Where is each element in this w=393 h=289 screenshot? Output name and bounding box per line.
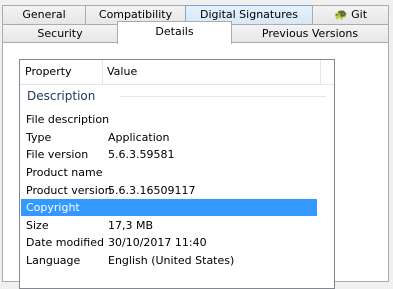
property-name: Product name [26, 166, 103, 179]
tab-general-label: General [22, 8, 66, 21]
list-item[interactable]: Product name [21, 164, 317, 181]
git-tortoise-icon: 🐢 [333, 8, 348, 21]
tab-general[interactable]: General [2, 5, 86, 24]
list-item[interactable]: File description [21, 111, 317, 128]
property-name: Type [26, 131, 52, 144]
group-header-description: Description [20, 85, 334, 107]
property-name: File version [26, 148, 89, 161]
tab-security[interactable]: Security [2, 24, 118, 43]
property-value: 17,3 MB [108, 219, 154, 232]
property-name: File description [26, 113, 110, 126]
tab-git[interactable]: 🐢 Git [312, 5, 389, 24]
group-label: Description [27, 89, 96, 103]
property-value: English (United States) [108, 254, 235, 267]
tab-details-label: Details [155, 25, 194, 38]
list-item[interactable]: Date modified 30/10/2017 11:40 [21, 234, 317, 251]
list-item[interactable]: Copyright [21, 199, 317, 216]
group-divider [120, 96, 326, 97]
list-item[interactable]: File version 5.6.3.59581 [21, 146, 317, 163]
property-value: 5.6.3.59581 [108, 148, 175, 161]
tab-git-label: Git [351, 8, 368, 21]
list-item[interactable]: Product version 5.6.3.16509117 [21, 182, 317, 199]
list-header: Property Value [20, 60, 334, 85]
list-item[interactable]: Language English (United States) [21, 252, 317, 269]
details-panel: Property Value Description File descript… [2, 42, 389, 289]
list-item[interactable]: Size 17,3 MB [21, 217, 317, 234]
tab-security-label: Security [37, 27, 83, 40]
property-name: Language [26, 254, 81, 267]
column-header-property[interactable]: Property [20, 60, 72, 84]
tab-compatibility-label: Compatibility [98, 8, 173, 21]
property-value: Application [108, 131, 170, 144]
property-name: Product version [26, 184, 112, 197]
tab-digital-signatures-label: Digital Signatures [200, 8, 298, 21]
property-value: 30/10/2017 11:40 [108, 236, 207, 249]
property-name: Date modified [26, 236, 104, 249]
tab-previous-versions-label: Previous Versions [261, 27, 359, 40]
column-header-value[interactable]: Value [102, 60, 137, 84]
column-divider[interactable] [320, 60, 321, 84]
list-item[interactable]: Type Application [21, 129, 317, 146]
tab-previous-versions[interactable]: Previous Versions [231, 24, 389, 43]
property-value: 5.6.3.16509117 [108, 184, 196, 197]
property-name: Copyright [26, 201, 80, 214]
tab-details[interactable]: Details [117, 21, 232, 44]
property-name: Size [26, 219, 49, 232]
properties-list[interactable]: Property Value Description File descript… [19, 59, 335, 289]
